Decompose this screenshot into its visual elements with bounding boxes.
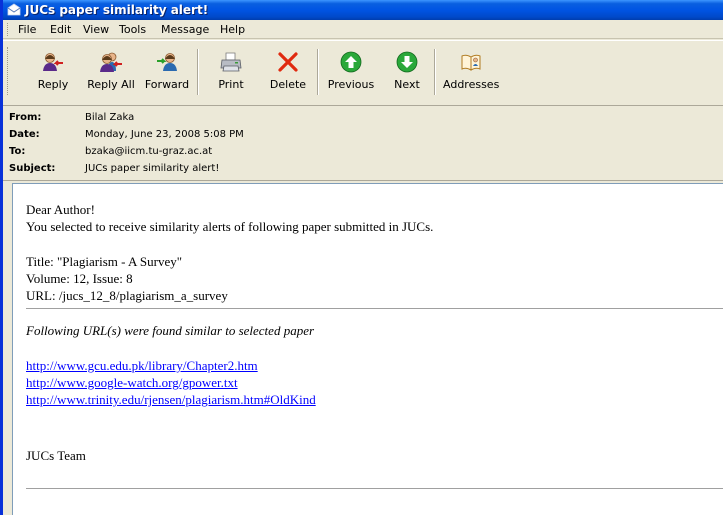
next-button[interactable]: Next xyxy=(387,51,427,103)
similar-link[interactable]: http://www.google-watch.org/gpower.txt xyxy=(26,375,238,391)
addresses-button[interactable]: Addresses xyxy=(443,51,499,103)
previous-label: Previous xyxy=(327,78,375,91)
paper-url: URL: /jucs_12_8/plagiarism_a_survey xyxy=(26,288,228,303)
intro-text: You selected to receive similarity alert… xyxy=(26,219,434,234)
forward-label: Forward xyxy=(144,78,190,91)
menu-view[interactable]: View xyxy=(83,23,109,36)
toolbar-grip[interactable] xyxy=(7,47,10,95)
message-header: From: Bilal Zaka Date: Monday, June 23, … xyxy=(3,107,723,181)
reply-all-button[interactable]: Reply All xyxy=(85,51,137,103)
delete-x-icon xyxy=(278,52,298,72)
addresses-label: Addresses xyxy=(443,78,500,91)
menu-file[interactable]: File xyxy=(18,23,36,36)
greeting: Dear Author! xyxy=(26,202,95,217)
toolbar-separator xyxy=(317,49,319,95)
toolbar-separator xyxy=(197,49,199,95)
menu-grip[interactable] xyxy=(7,23,10,36)
next-label: Next xyxy=(394,78,420,91)
toolbar: Reply Reply All Forward Print Delete Pre… xyxy=(3,40,723,106)
toolbar-separator xyxy=(434,49,436,95)
previous-button[interactable]: Previous xyxy=(325,51,377,103)
reply-label: Reply xyxy=(37,78,69,91)
reply-button[interactable]: Reply xyxy=(28,51,78,103)
forward-icon xyxy=(157,53,177,71)
title-bar[interactable]: JUCs paper similarity alert! xyxy=(3,0,723,20)
reply-icon xyxy=(43,53,63,71)
menu-bar: File Edit View Tools Message Help xyxy=(3,20,723,39)
signature: JUCs Team xyxy=(26,448,86,463)
menu-tools[interactable]: Tools xyxy=(119,23,146,36)
address-book-icon xyxy=(461,54,481,71)
print-label: Print xyxy=(218,78,244,91)
menu-help[interactable]: Help xyxy=(220,23,245,36)
forward-button[interactable]: Forward xyxy=(142,51,192,103)
from-value: Bilal Zaka xyxy=(85,112,135,123)
print-button[interactable]: Print xyxy=(208,51,254,103)
to-value: bzaka@iicm.tu-graz.ac.at xyxy=(85,146,213,157)
from-label: From: xyxy=(9,112,42,123)
to-label: To: xyxy=(9,146,26,157)
divider xyxy=(26,308,723,309)
similar-heading: Following URL(s) were found similar to s… xyxy=(26,323,315,338)
delete-label: Delete xyxy=(269,78,307,91)
menu-message[interactable]: Message xyxy=(161,23,209,36)
paper-title: Title: "Plagiarism - A Survey" xyxy=(26,254,183,269)
paper-volume: Volume: 12, Issue: 8 xyxy=(26,271,133,286)
reply-all-icon xyxy=(100,52,122,72)
envelope-icon xyxy=(7,3,21,16)
message-window: JUCs paper similarity alert! File Edit V… xyxy=(0,0,723,515)
similar-link[interactable]: http://www.trinity.edu/rjensen/plagiaris… xyxy=(26,392,316,408)
arrow-down-icon xyxy=(396,51,418,73)
window-title: JUCs paper similarity alert! xyxy=(25,3,209,17)
reply-all-label: Reply All xyxy=(87,78,135,91)
date-value: Monday, June 23, 2008 5:08 PM xyxy=(85,129,244,140)
printer-icon xyxy=(220,52,242,72)
similar-link[interactable]: http://www.gcu.edu.pk/library/Chapter2.h… xyxy=(26,358,258,374)
arrow-up-icon xyxy=(340,51,362,73)
message-body[interactable]: Dear Author! You selected to receive sim… xyxy=(12,183,723,515)
menu-edit[interactable]: Edit xyxy=(50,23,71,36)
date-label: Date: xyxy=(9,129,40,140)
subject-label: Subject: xyxy=(9,163,56,174)
subject-value: JUCs paper similarity alert! xyxy=(85,163,220,174)
delete-button[interactable]: Delete xyxy=(265,51,311,103)
divider xyxy=(26,488,723,489)
